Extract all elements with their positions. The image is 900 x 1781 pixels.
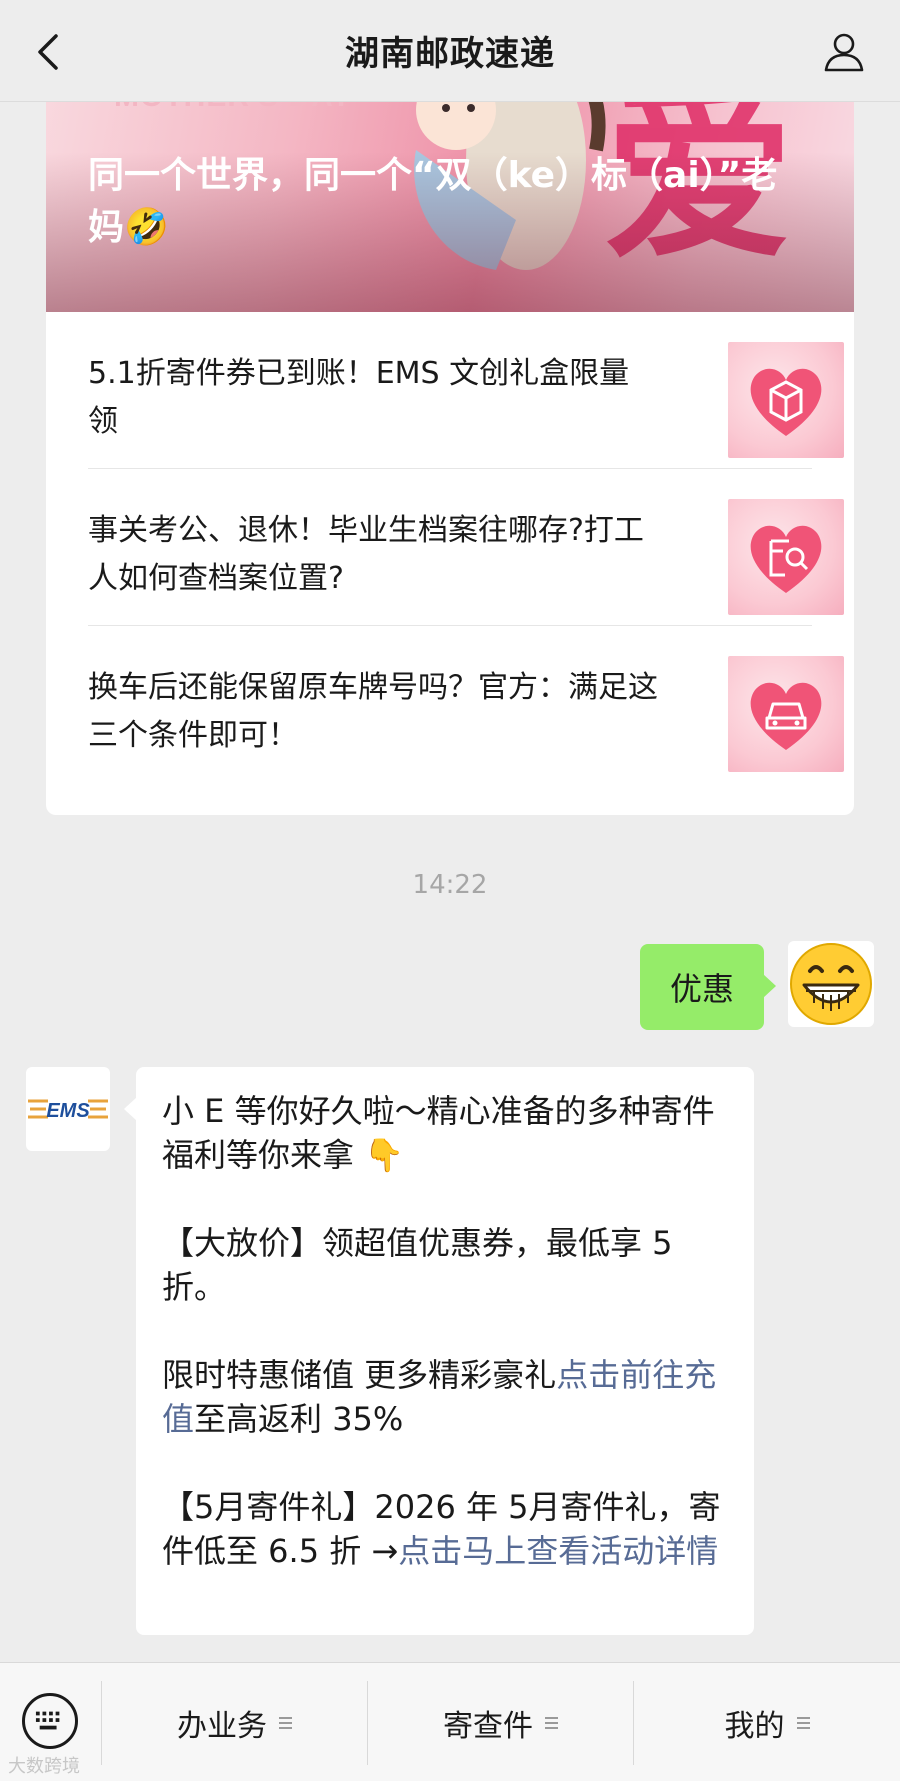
article-thumbnail (728, 342, 844, 458)
watermark: 大数跨境 (8, 1756, 80, 1777)
article-item[interactable]: 换车后还能保留原车牌号吗？官方：满足这三个条件即可！ (88, 626, 844, 783)
message-paragraph: 小 E 等你好久啦～精心准备的多种寄件福利等你来拿 👇 (162, 1092, 715, 1174)
keyboard-icon[interactable] (22, 1693, 78, 1749)
submenu-icon (545, 1716, 558, 1729)
menu-item-label: 办业务 (177, 1708, 267, 1744)
ems-avatar[interactable]: EMS (26, 1067, 110, 1151)
article-thumbnail (728, 656, 844, 772)
article-card[interactable]: MOTHER'S DAY 爱 同一个世界，同一个“双（ke）标（ai）”老妈🤣 … (46, 60, 854, 815)
message-paragraph: 限时特惠储值 更多精彩豪礼点击前往充值至高返利 35% (162, 1353, 730, 1441)
activity-details-link[interactable]: 点击马上查看活动详情 (398, 1532, 718, 1570)
chevron-left-icon[interactable] (30, 30, 70, 74)
top-nav-bar: 湖南邮政速递 (0, 0, 900, 102)
bottom-menu-bar: 办业务 寄查件 我的 (0, 1662, 900, 1781)
gift-box-icon (750, 368, 822, 436)
message-paragraph: 【大放价】领超值优惠券，最低享 5 折。 (162, 1224, 673, 1306)
menu-item-label: 我的 (724, 1708, 785, 1744)
chat-timestamp: 14:22 (412, 870, 488, 900)
outgoing-message-bubble[interactable]: 优惠 (640, 944, 776, 1030)
menu-item-shipping[interactable]: 寄查件 (368, 1663, 633, 1781)
svg-text:EMS: EMS (46, 1100, 90, 1122)
article-item[interactable]: 5.1折寄件券已到账！EMS 文创礼盒限量领 (88, 312, 844, 469)
page-title: 湖南邮政速递 (345, 34, 555, 74)
article-thumbnail (728, 499, 844, 615)
message-text: 限时特惠储值 更多精彩豪礼 (162, 1356, 557, 1394)
article-item-title: 事关考公、退休！毕业生档案往哪存?打工人如何查档案位置? (88, 513, 644, 596)
document-search-icon (750, 525, 822, 593)
article-item[interactable]: 事关考公、退休！毕业生档案往哪存?打工人如何查档案位置? (88, 469, 844, 626)
menu-item-business[interactable]: 办业务 (102, 1663, 367, 1781)
message-paragraph: 【5月寄件礼】2026 年 5月寄件礼，寄件低至 6.5 折 →点击马上查看活动… (162, 1485, 730, 1573)
menu-item-mine[interactable]: 我的 (634, 1663, 900, 1781)
article-item-title: 换车后还能保留原车牌号吗？官方：满足这三个条件即可！ (88, 670, 658, 753)
submenu-icon (279, 1716, 292, 1729)
car-icon (750, 682, 822, 750)
grinning-emoji-avatar[interactable] (788, 941, 874, 1027)
user-icon[interactable] (822, 30, 866, 74)
cover-title[interactable]: 同一个世界，同一个“双（ke）标（ai）”老妈🤣 (88, 150, 788, 254)
incoming-message-bubble: 小 E 等你好久啦～精心准备的多种寄件福利等你来拿 👇 【大放价】领超值优惠券，… (124, 1067, 754, 1635)
submenu-icon (796, 1716, 810, 1729)
message-text: 至高返利 35% (194, 1400, 404, 1438)
article-item-title: 5.1折寄件券已到账！EMS 文创礼盒限量领 (88, 356, 630, 439)
menu-item-label: 寄查件 (443, 1708, 533, 1744)
